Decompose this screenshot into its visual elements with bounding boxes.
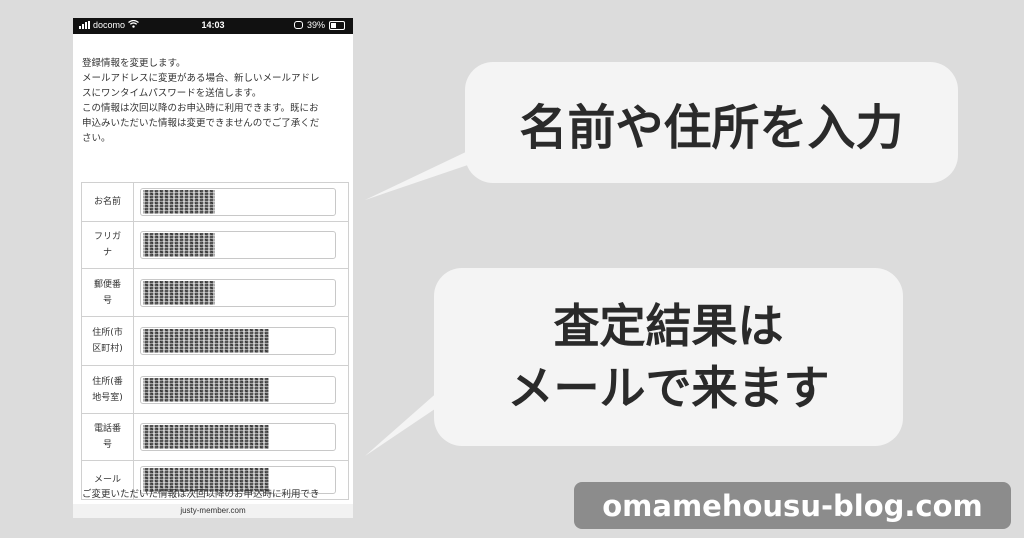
form-cell — [134, 366, 348, 413]
form-row-phone: 電話番号 — [82, 414, 348, 461]
phone-screenshot: docomo 14:03 39% 登録情報を変更します。 メールアドレスに変更が… — [73, 18, 353, 518]
rotation-lock-icon — [293, 21, 303, 29]
form-cell — [134, 317, 348, 365]
site-badge: omamehousu-blog.com — [574, 482, 1011, 529]
postal-code-field[interactable] — [140, 278, 336, 307]
intro-line: メールアドレスに変更がある場合、新しいメールアドレ — [82, 73, 320, 84]
label-line: 号 — [102, 295, 112, 306]
pixelated-value — [143, 425, 269, 449]
label-line: 地号室) — [92, 392, 123, 403]
label-line: 住所(市 — [92, 328, 123, 338]
intro-line: スにワンタイムパスワードを送信します。 — [82, 88, 262, 99]
battery-icon — [329, 20, 345, 30]
address-city-field[interactable] — [140, 327, 336, 355]
name-field[interactable] — [140, 188, 336, 216]
url-bar[interactable]: justy-member.com — [73, 504, 353, 518]
callout-text: 名前や住所を入力 — [519, 99, 904, 156]
notice-text: ご変更いただいた情報は次回以降のお申込時に利用でき — [82, 489, 320, 500]
form-label: 住所(番地号室) — [82, 366, 134, 413]
pixelated-value — [143, 377, 269, 402]
phone-field[interactable] — [140, 423, 336, 451]
form-cell — [134, 183, 348, 221]
form-cell — [134, 414, 348, 460]
label-line: 区町村) — [92, 344, 123, 354]
address-street-field[interactable] — [140, 375, 336, 404]
pixelated-value — [143, 329, 269, 353]
registration-form: お名前 フリガナ 郵便番号 住所(市 区町村) 住所(番 地号室) 電話番号 メール — [81, 182, 349, 500]
callout-line: メールで来ます — [507, 361, 830, 415]
form-row-furigana: フリガナ — [82, 222, 348, 269]
callout-enter-name-address: 名前や住所を入力 — [465, 62, 958, 183]
battery-percent: 39% — [306, 20, 325, 30]
pixelated-value — [143, 280, 215, 305]
form-label: フリガナ — [82, 222, 134, 268]
form-label: お名前 — [82, 183, 134, 221]
battery-group: 39% — [293, 20, 345, 30]
form-label: 電話番号 — [82, 414, 134, 460]
furigana-field[interactable] — [140, 231, 336, 259]
callout-result-by-email: 査定結果は メールで来ます — [434, 268, 903, 446]
pixelated-value — [143, 233, 215, 257]
label-line: ナ — [102, 248, 112, 258]
form-row-address-city: 住所(市区町村) — [82, 317, 348, 366]
callout-line: 査定結果は — [553, 299, 784, 353]
form-row-name: お名前 — [82, 183, 348, 222]
intro-line: さい。 — [82, 133, 111, 144]
intro-line: この情報は次回以降のお申込時に利用できます。既にお — [82, 103, 319, 114]
form-cell — [134, 222, 348, 268]
form-label: 住所(市区町村) — [82, 317, 134, 365]
form-row-address-street: 住所(番地号室) — [82, 366, 348, 414]
form-row-postal: 郵便番号 — [82, 269, 348, 317]
intro-text: 登録情報を変更します。 メールアドレスに変更がある場合、新しいメールアドレ スに… — [82, 56, 348, 146]
form-cell — [134, 269, 348, 316]
pixelated-value — [143, 190, 215, 214]
intro-line: 登録情報を変更します。 — [82, 58, 186, 69]
label-line: 号 — [102, 440, 112, 450]
intro-line: 申込みいただいた情報は変更できませんのでご了承くだ — [82, 118, 320, 129]
label-line: フリガ — [93, 232, 121, 242]
status-bar: docomo 14:03 39% — [73, 18, 353, 34]
label-line: お名前 — [93, 197, 121, 207]
label-line: 住所(番 — [92, 376, 123, 387]
label-line: 郵便番 — [93, 279, 121, 290]
form-label: 郵便番号 — [82, 269, 134, 316]
label-line: 電話番 — [93, 424, 121, 434]
